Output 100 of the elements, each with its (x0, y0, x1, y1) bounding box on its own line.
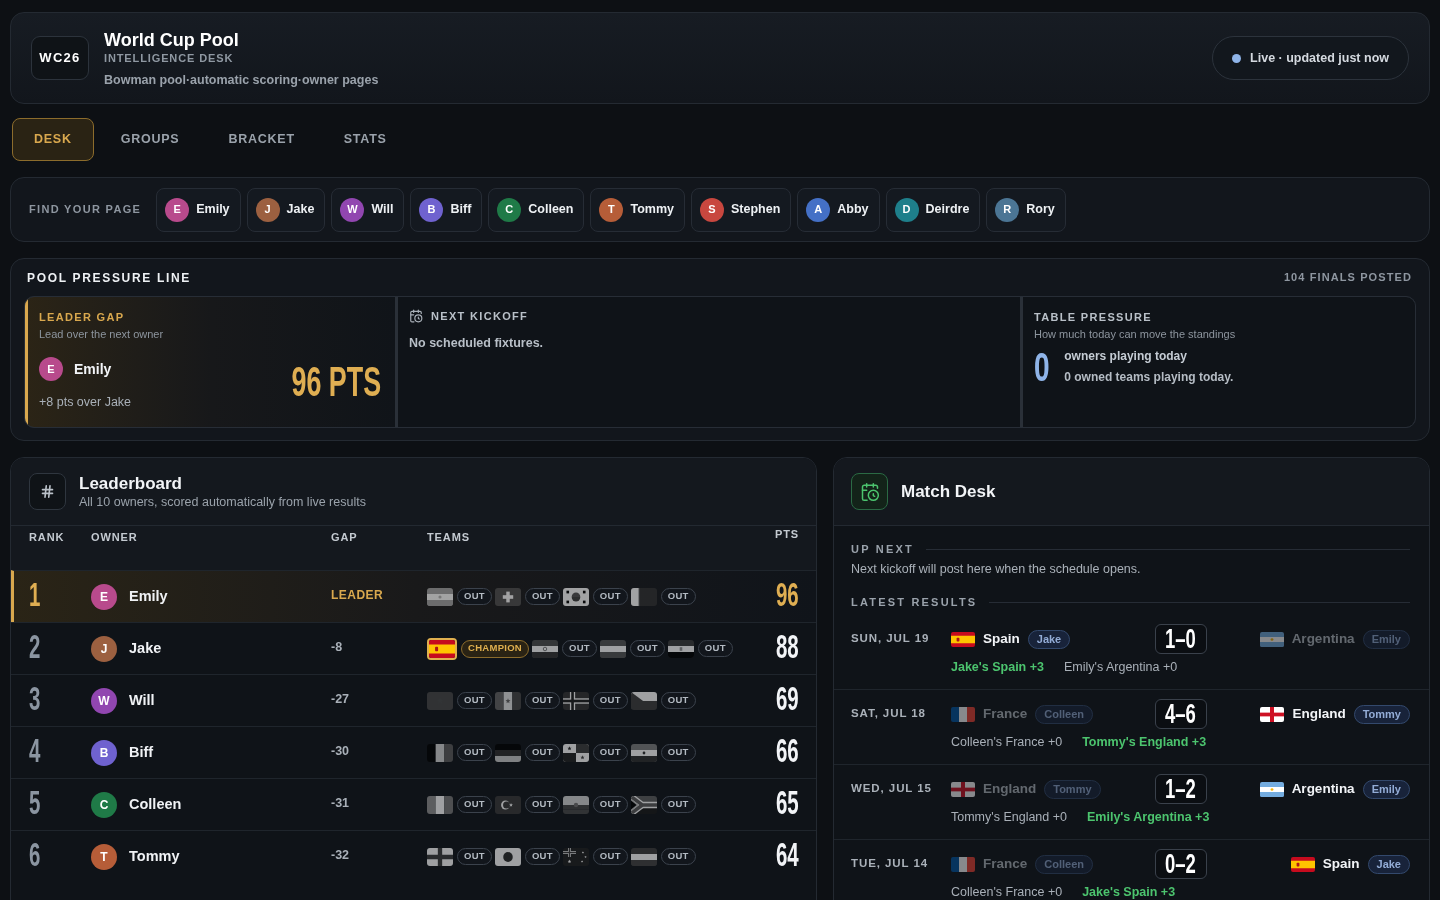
owner-name: Colleen (129, 794, 182, 814)
owner-avatar: A (806, 197, 831, 222)
points-value: 96 (776, 580, 799, 609)
flag-icon (630, 795, 657, 814)
owner-tag: Colleen (1035, 704, 1093, 724)
status-pill: OUT (660, 588, 696, 605)
owner-chip[interactable]: C Colleen (488, 187, 585, 232)
points-value: 65 (776, 788, 799, 817)
finder-label: FIND YOUR PAGE (29, 202, 142, 218)
owner-name: Biff (129, 742, 154, 762)
team-name: Argentina (1291, 629, 1355, 648)
section-label: LATEST RESULTS (851, 595, 978, 609)
nav-tab[interactable]: GROUPS (98, 118, 202, 161)
app-title: World Cup Pool (104, 28, 240, 51)
flag-icon (1259, 781, 1284, 797)
nav-tab[interactable]: STATS (321, 118, 409, 161)
status-text: Live · updated just now (1250, 49, 1389, 67)
panel-subtitle: How much today can move the standings (1034, 327, 1237, 341)
owner-chip[interactable]: S Stephen (691, 187, 792, 232)
gap-value: -30 (331, 742, 351, 760)
panel-title: NEXT KICKOFF (431, 309, 529, 323)
owner-chip[interactable]: E Emily (156, 187, 241, 232)
owner-chip[interactable]: J Jake (246, 187, 326, 232)
points-value: 64 (776, 840, 799, 869)
status-pill: OUT (524, 744, 560, 761)
status-pill: OUT (660, 744, 696, 761)
owner-chip[interactable]: D Deirdre (885, 187, 981, 232)
flag-icon (630, 743, 657, 762)
points-line: Emily's Argentina +3 (1087, 808, 1210, 826)
owner-avatar: C (91, 791, 117, 818)
column-header: OWNER (91, 530, 139, 545)
match-date: WED, JUL 15 (851, 781, 933, 797)
owner-avatar: E (91, 583, 117, 610)
score-box: 4–6 (1154, 699, 1207, 729)
nav-tab[interactable]: DESK (12, 118, 94, 161)
status-pill: OUT (524, 796, 560, 813)
owner-chip[interactable]: R Rory (986, 187, 1066, 232)
owner-chip[interactable]: A Abby (797, 187, 880, 232)
owner-tag: Jake (1027, 629, 1071, 649)
flag-icon (494, 587, 521, 606)
rank-number: 6 (29, 840, 41, 869)
calendar-clock-icon (409, 309, 423, 323)
owner-chip[interactable]: W Will (331, 187, 405, 232)
owner-avatar: C (497, 197, 522, 222)
status-pill: OUT (457, 744, 492, 761)
column-header: RANK (29, 530, 66, 545)
owner-chip[interactable]: T Tommy (590, 187, 685, 232)
rank-number: 3 (29, 684, 41, 713)
status-pill: OUT (562, 640, 597, 657)
flag-icon (562, 847, 589, 866)
points-line: Jake's Spain +3 (951, 658, 1044, 676)
owner-avatar: R (995, 197, 1020, 222)
gap-value: LEADER (331, 587, 385, 604)
gap-value: -8 (331, 638, 344, 656)
points-line: Colleen's France +0 (951, 733, 1063, 751)
flag-icon (494, 847, 521, 866)
status-pill: OUT (457, 848, 492, 865)
status-pill: OUT (592, 744, 628, 761)
flag-icon (427, 795, 453, 814)
rank-number: 2 (29, 632, 41, 661)
flag-icon (1259, 631, 1284, 647)
owner-avatar: S (700, 197, 724, 222)
owner-avatar: E (39, 357, 63, 381)
owner-tag: Emily (1362, 629, 1410, 649)
owner-name: Tommy (129, 846, 180, 866)
flag-icon (532, 639, 558, 658)
points-line: Tommy's England +3 (1082, 733, 1207, 751)
owner-avatar: B (419, 197, 444, 222)
flag-icon (1290, 856, 1315, 872)
team-name: France (983, 854, 1028, 873)
points-value: 69 (776, 684, 799, 713)
leader-name: Emily (74, 359, 112, 379)
gap-value: -32 (331, 846, 351, 864)
flag-icon (427, 743, 453, 762)
flag-icon (599, 639, 626, 658)
points-value: 88 (776, 632, 799, 661)
section-label: UP NEXT (851, 542, 914, 556)
up-next-message: Next kickoff will post here when the schedule opens. (851, 561, 1142, 577)
owner-avatar: W (91, 687, 117, 714)
owner-name: Will (129, 690, 155, 710)
status-pill: OUT (457, 692, 492, 709)
flag-icon (951, 706, 975, 722)
panel-title: LEADER GAP (39, 310, 126, 324)
pressure-note: 0 owned teams playing today. (1064, 369, 1234, 385)
owner-chip[interactable]: B Biff (410, 187, 483, 232)
nav-tab[interactable]: BRACKET (206, 118, 317, 161)
app-subtitle: INTELLIGENCE DESK (104, 50, 235, 65)
owner-avatar: E (165, 197, 190, 222)
status-pill: OUT (524, 692, 560, 709)
leader-points: 96 PTS (291, 366, 381, 398)
team-name: Spain (983, 629, 1020, 648)
flag-icon (1260, 706, 1285, 722)
score-box: 0–2 (1154, 849, 1207, 879)
pressure-count: 0 (1034, 349, 1050, 384)
owner-avatar: J (255, 197, 280, 222)
flag-icon (562, 795, 589, 814)
rank-number: 1 (29, 580, 41, 609)
calendar-clock-icon (851, 473, 888, 510)
match-date: TUE, JUL 14 (851, 856, 929, 872)
owner-avatar: D (894, 197, 919, 222)
